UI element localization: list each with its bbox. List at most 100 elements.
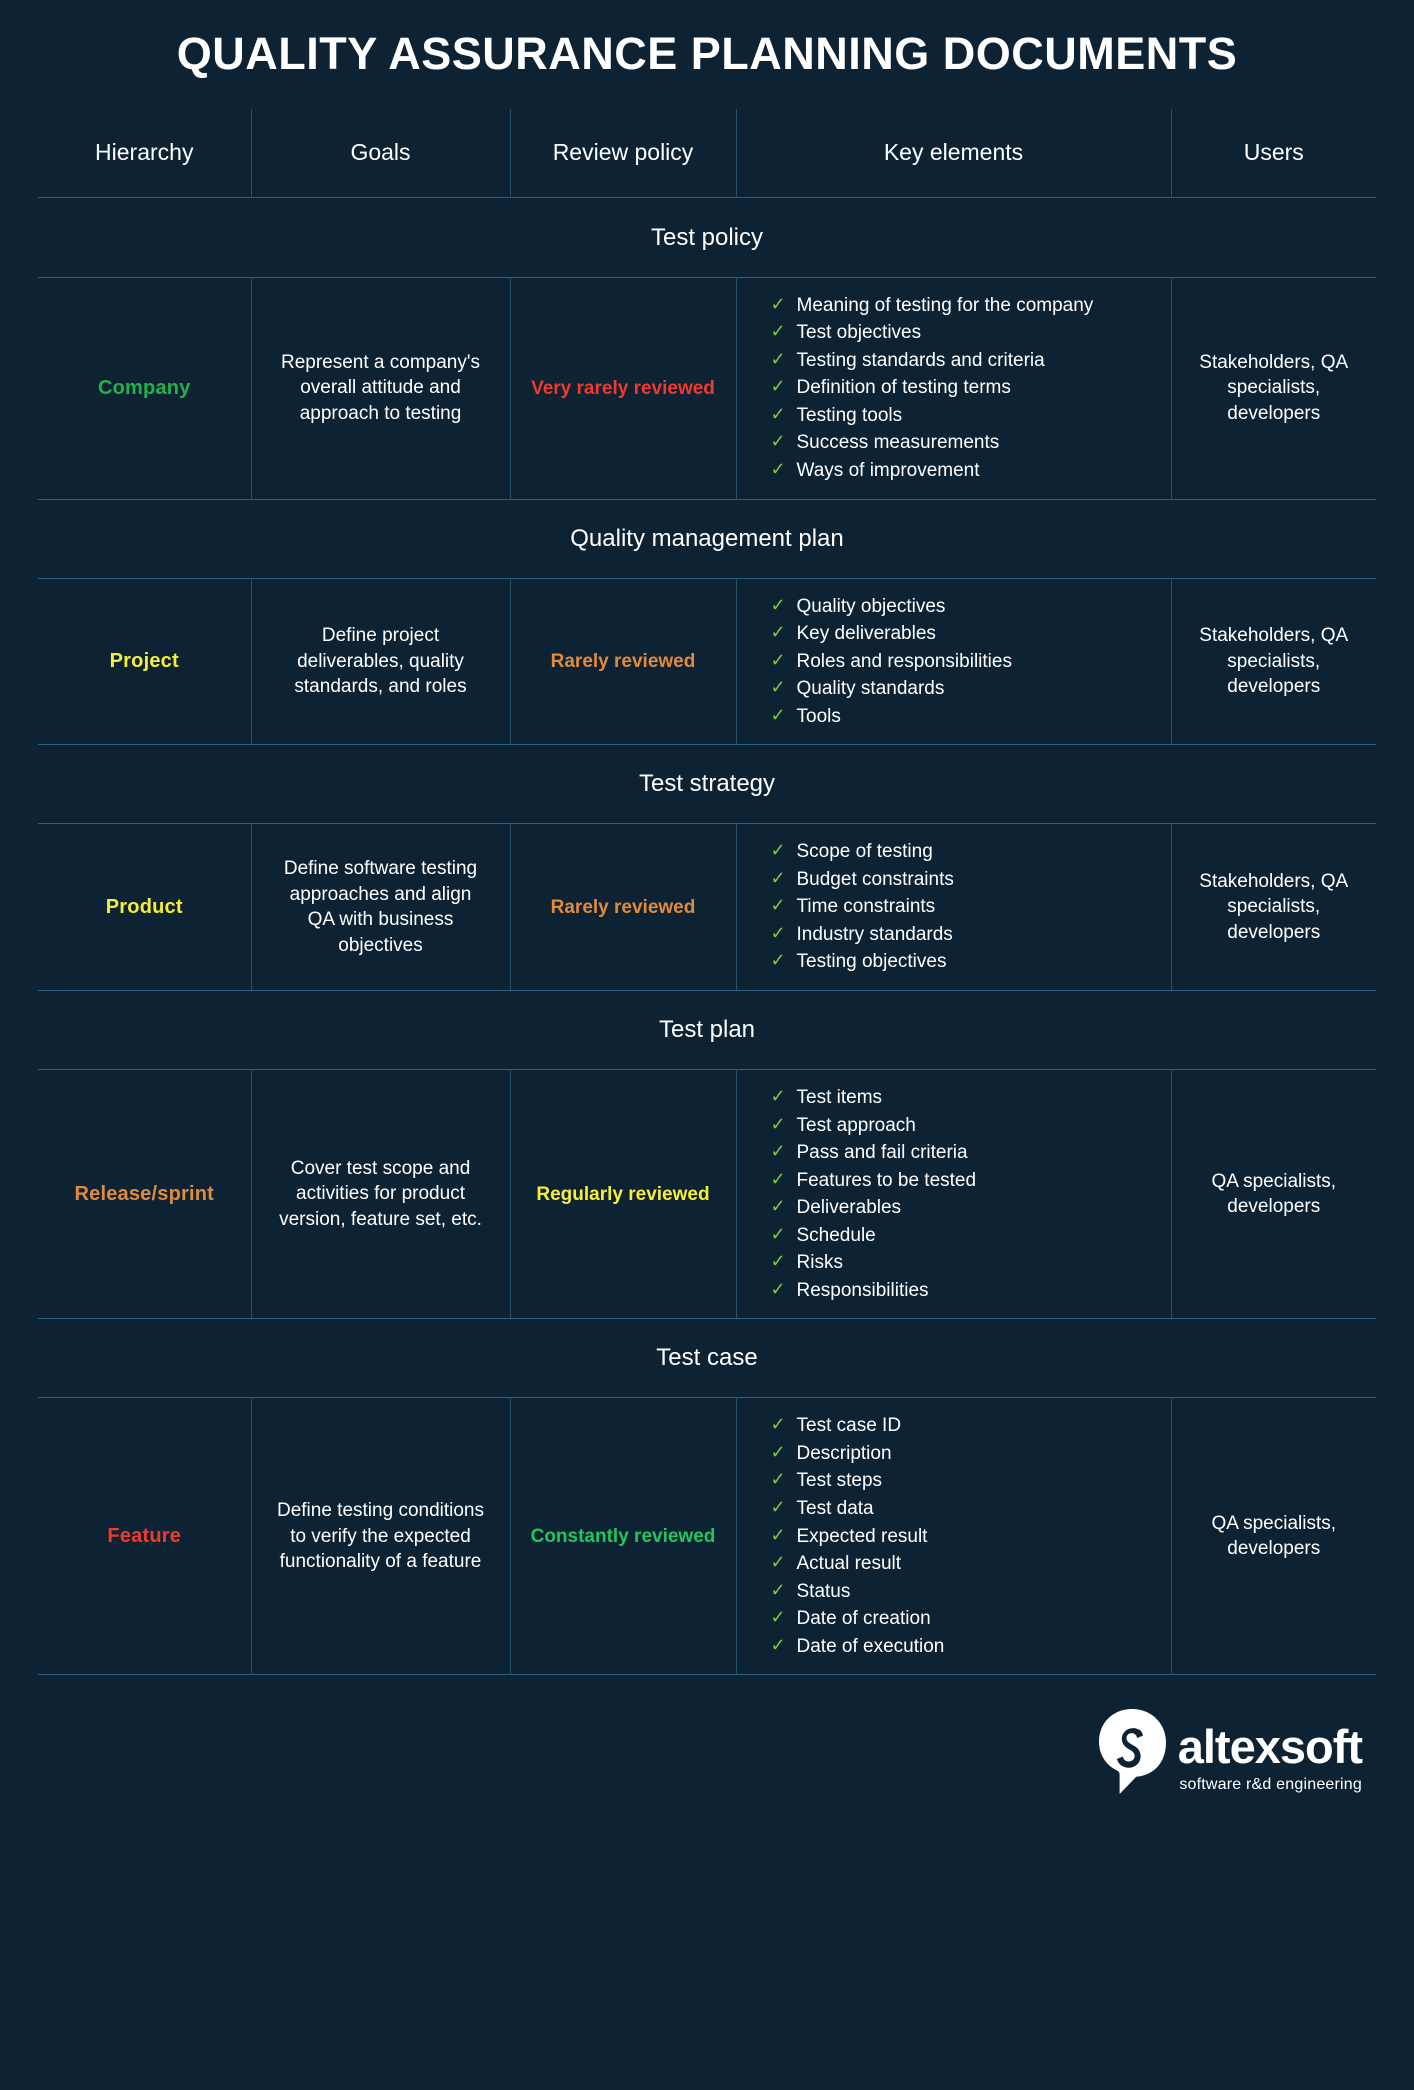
section-title: Test plan bbox=[658, 1015, 756, 1043]
key-element-label: Test steps bbox=[796, 1470, 883, 1492]
key-element-label: Time constraints bbox=[796, 896, 936, 918]
goals-text: Cover test scope and activities for prod… bbox=[279, 1157, 482, 1230]
check-icon: ✓ bbox=[770, 922, 786, 943]
check-icon: ✓ bbox=[770, 1497, 786, 1517]
check-icon: ✓ bbox=[770, 1223, 786, 1244]
key-element-item: ✓ Test data bbox=[771, 1497, 1155, 1525]
column-header-users: Users bbox=[1243, 139, 1304, 166]
altexsoft-mark-icon bbox=[1098, 1709, 1166, 1795]
cell-hierarchy: Project bbox=[38, 577, 252, 746]
check-icon: ✓ bbox=[770, 1579, 786, 1600]
key-element-item: ✓ Test approach bbox=[771, 1114, 1155, 1142]
goals-text: Define software testing approaches and a… bbox=[283, 858, 478, 956]
section-title: Test strategy bbox=[638, 770, 776, 798]
cell-users: QA specialists, developers bbox=[1171, 1397, 1376, 1676]
key-element-item: ✓ Quality objectives bbox=[771, 595, 1155, 623]
key-element-item: ✓ Budget constraints bbox=[771, 868, 1155, 896]
check-icon: ✓ bbox=[770, 293, 786, 314]
cell-key-elements: ✓ Quality objectives ✓ Key deliverables ✓ Rol… bbox=[736, 577, 1172, 746]
cell-review-policy: Constantly reviewed bbox=[510, 1397, 737, 1676]
check-icon: ✓ bbox=[770, 677, 786, 698]
altexsoft-wordmark: altexsoft software r&d engineering bbox=[1177, 1720, 1363, 1795]
column-header-goals: Goals bbox=[251, 108, 511, 198]
column-header-review-policy: Review policy bbox=[510, 108, 737, 198]
key-element-label: Expected result bbox=[796, 1525, 928, 1547]
key-element-label: Date of execution bbox=[796, 1635, 945, 1657]
check-icon: ✓ bbox=[770, 1634, 786, 1655]
check-icon: ✓ bbox=[770, 1278, 786, 1299]
cell-key-elements: ✓ Test items ✓ Test approach ✓ Pass and fail … bbox=[736, 1068, 1172, 1320]
key-element-item: ✓ Definition of testing terms bbox=[771, 376, 1155, 404]
key-element-label: Deliverables bbox=[796, 1197, 902, 1219]
brand-name: altexsoft bbox=[1177, 1720, 1363, 1774]
check-icon: ✓ bbox=[770, 1113, 786, 1134]
check-icon: ✓ bbox=[770, 950, 786, 971]
check-icon: ✓ bbox=[770, 704, 786, 725]
title-block: QUALITY ASSURANCE PLANNING DOCUMENTS bbox=[0, 0, 1414, 93]
key-elements-list: ✓ Scope of testing ✓ Budget constraints ✓ Tim… bbox=[747, 840, 1161, 974]
key-element-label: Test items bbox=[796, 1086, 883, 1108]
cell-key-elements: ✓ Test case ID ✓ Description ✓ Test steps ✓ Tes… bbox=[736, 1397, 1172, 1676]
key-element-label: Roles and responsibilities bbox=[796, 650, 1012, 672]
qa-planning-table: Hierarchy Goals Review policy Key elemen… bbox=[38, 108, 1376, 1676]
key-element-label: Test data bbox=[796, 1498, 874, 1519]
column-header-key-elements: Key elements bbox=[736, 108, 1172, 198]
users-text: QA specialists, developers bbox=[1211, 1512, 1337, 1560]
check-icon: ✓ bbox=[770, 1524, 786, 1545]
check-icon: ✓ bbox=[770, 1469, 786, 1490]
key-element-item: ✓ Risks bbox=[771, 1251, 1155, 1279]
key-element-item: ✓ Testing standards and criteria bbox=[771, 349, 1155, 377]
hierarchy-label: Product bbox=[105, 895, 183, 918]
users-text: Stakeholders, QA specialists, developers bbox=[1199, 625, 1349, 698]
section-title-row: Test case bbox=[38, 1319, 1376, 1398]
check-icon: ✓ bbox=[770, 1168, 786, 1189]
review-policy-text: Rarely reviewed bbox=[550, 896, 696, 918]
brand-tagline: software r&d engineering bbox=[1179, 1776, 1362, 1794]
check-icon: ✓ bbox=[770, 649, 786, 670]
key-element-item: ✓ Test case ID bbox=[771, 1414, 1155, 1442]
key-element-item: ✓ Date of creation bbox=[771, 1607, 1155, 1635]
section-title-row: Test policy bbox=[38, 199, 1376, 278]
check-icon: ✓ bbox=[770, 1414, 786, 1435]
key-element-item: ✓ Tools bbox=[771, 705, 1155, 729]
cell-review-policy: Rarely reviewed bbox=[510, 823, 737, 991]
infographic-poster: QUALITY ASSURANCE PLANNING DOCUMENTS Hie… bbox=[0, 0, 1414, 2090]
users-text: Stakeholders, QA specialists, developers bbox=[1199, 351, 1349, 424]
review-policy-text: Regularly reviewed bbox=[536, 1183, 710, 1205]
key-element-item: ✓ Success measurements bbox=[771, 431, 1155, 459]
cell-users: Stakeholders, QA specialists, developers bbox=[1171, 276, 1376, 500]
key-element-item: ✓ Features to be tested bbox=[771, 1169, 1155, 1197]
key-element-item: ✓ Ways of improvement bbox=[771, 459, 1155, 483]
cell-hierarchy: Product bbox=[38, 823, 252, 991]
check-icon: ✓ bbox=[770, 622, 786, 643]
check-icon: ✓ bbox=[770, 403, 786, 424]
check-icon: ✓ bbox=[770, 431, 786, 452]
table-header-row: Hierarchy Goals Review policy Key elemen… bbox=[38, 108, 1376, 198]
check-icon: ✓ bbox=[770, 1251, 786, 1272]
check-icon: ✓ bbox=[770, 895, 786, 916]
cell-review-policy: Very rarely reviewed bbox=[510, 276, 737, 500]
key-element-item: ✓ Time constraints bbox=[771, 895, 1155, 923]
section-title: Test policy bbox=[650, 223, 764, 251]
review-policy-text: Constantly reviewed bbox=[530, 1525, 716, 1547]
key-element-label: Responsibilities bbox=[796, 1279, 929, 1301]
check-icon: ✓ bbox=[770, 458, 786, 479]
cell-hierarchy: Release/sprint bbox=[38, 1068, 252, 1320]
hierarchy-label: Company bbox=[97, 376, 191, 399]
key-element-item: ✓ Schedule bbox=[771, 1224, 1155, 1252]
key-element-label: Risks bbox=[796, 1252, 843, 1274]
key-elements-list: ✓ Quality objectives ✓ Key deliverables ✓ Rol… bbox=[747, 595, 1161, 729]
key-element-label: Testing objectives bbox=[796, 951, 947, 973]
key-element-item: ✓ Quality standards bbox=[771, 677, 1155, 705]
key-element-item: ✓ Responsibilities bbox=[771, 1279, 1155, 1303]
section-title-row: Test strategy bbox=[38, 745, 1376, 824]
key-element-label: Date of creation bbox=[796, 1608, 931, 1630]
key-element-item: ✓ Status bbox=[771, 1580, 1155, 1608]
key-element-item: ✓ Test objectives bbox=[771, 321, 1155, 349]
cell-review-policy: Regularly reviewed bbox=[510, 1068, 737, 1320]
cell-key-elements: ✓ Scope of testing ✓ Budget constraints ✓ Tim… bbox=[736, 823, 1172, 991]
check-icon: ✓ bbox=[770, 867, 786, 888]
key-element-item: ✓ Roles and responsibilities bbox=[771, 650, 1155, 678]
key-element-item: ✓ Industry standards bbox=[771, 923, 1155, 951]
key-element-item: ✓ Pass and fail criteria bbox=[771, 1141, 1155, 1169]
